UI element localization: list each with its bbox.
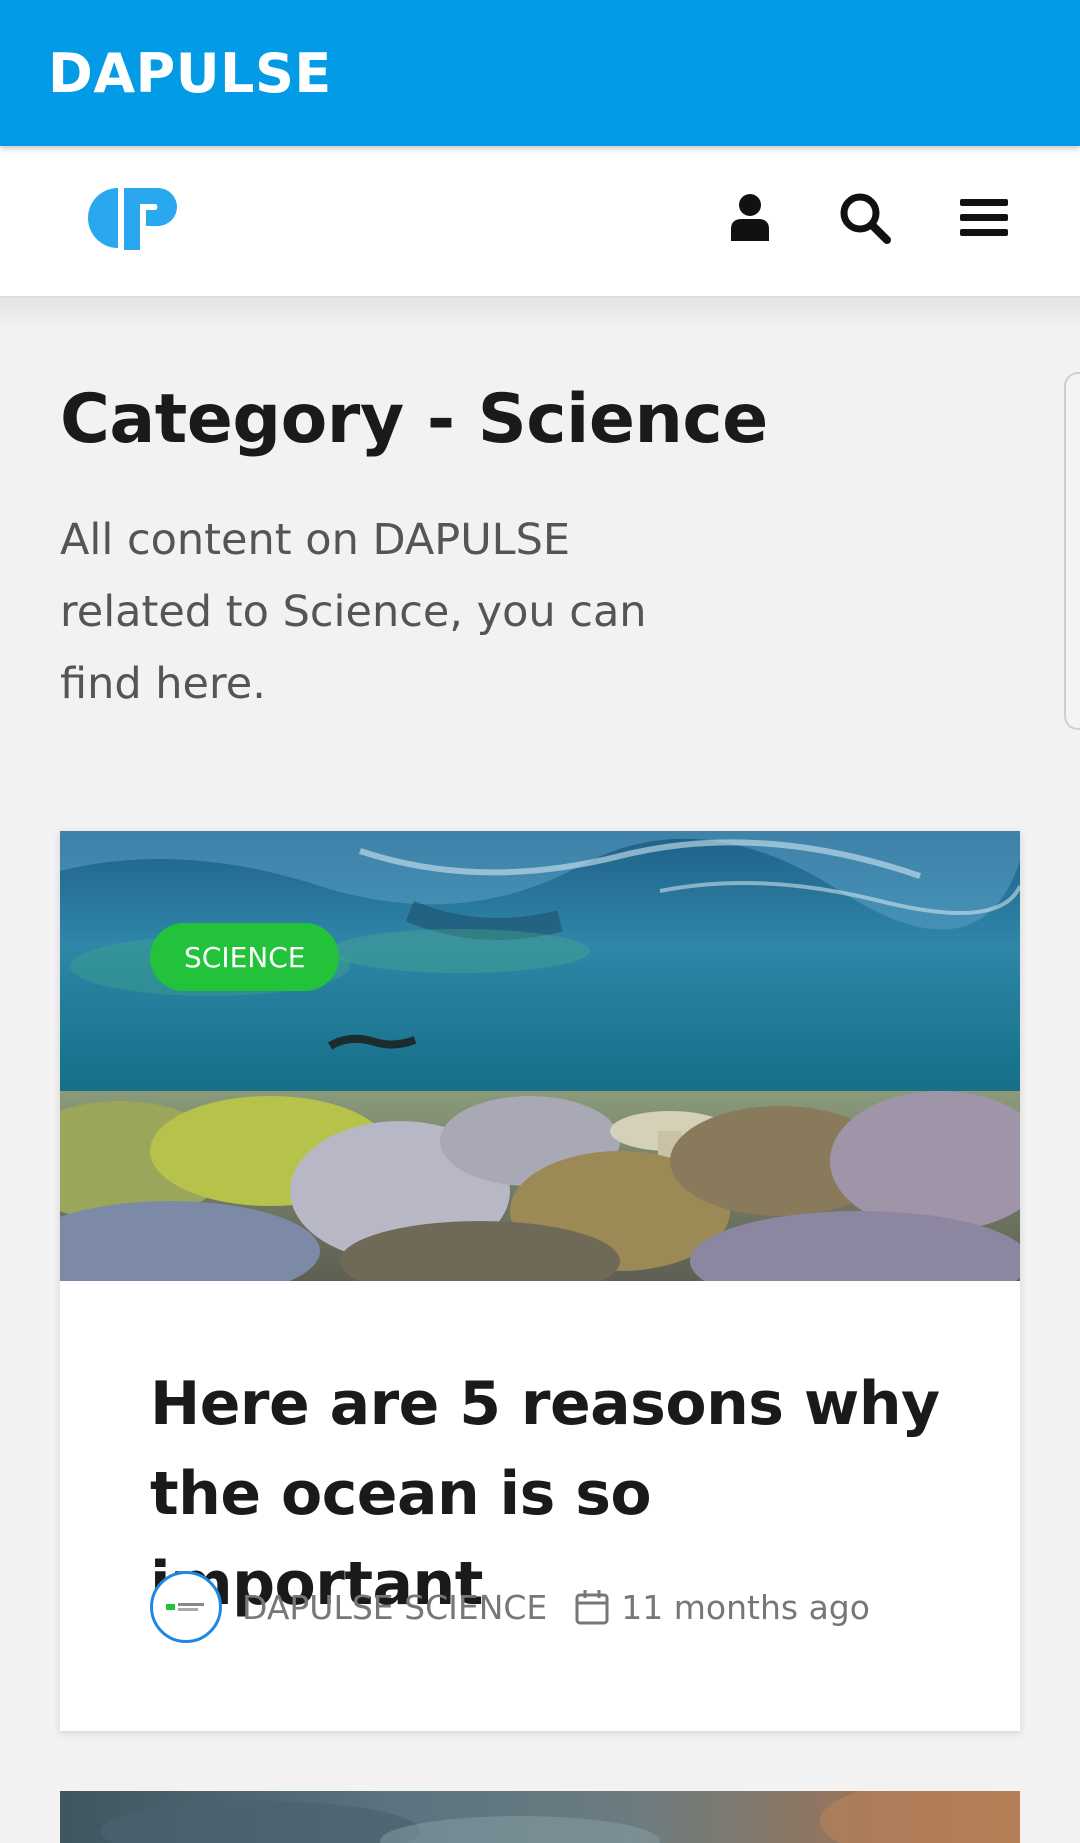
- post-date: 11 months ago: [621, 1587, 870, 1627]
- category-badge[interactable]: SCIENCE: [150, 923, 340, 991]
- next-post-image: [100, 1791, 1020, 1843]
- app-bar: DAPULSE: [0, 0, 1080, 146]
- post-card[interactable]: SCIENCE Here are 5 reasons why the ocean…: [60, 831, 1020, 1731]
- post-image[interactable]: SCIENCE: [60, 831, 1020, 1281]
- post-author[interactable]: DAPULSE SCIENCE: [242, 1588, 547, 1627]
- next-post-card[interactable]: [60, 1791, 1020, 1843]
- avatar[interactable]: [150, 1571, 222, 1643]
- side-drawer-handle[interactable]: [1064, 372, 1080, 730]
- page-title: Category - Science: [60, 380, 768, 459]
- dp-logo-icon[interactable]: [80, 182, 188, 254]
- header-divider: [0, 296, 1080, 326]
- post-meta: DAPULSE SCIENCE 11 months ago: [150, 1571, 870, 1643]
- site-header: [0, 146, 1080, 296]
- app-title: DAPULSE: [48, 41, 332, 105]
- page-description: All content on DAPULSE related to Scienc…: [60, 515, 647, 709]
- hamburger-menu-icon[interactable]: [952, 186, 1016, 250]
- search-icon[interactable]: [833, 186, 897, 250]
- user-icon[interactable]: [718, 186, 782, 250]
- calendar-icon: [575, 1590, 609, 1625]
